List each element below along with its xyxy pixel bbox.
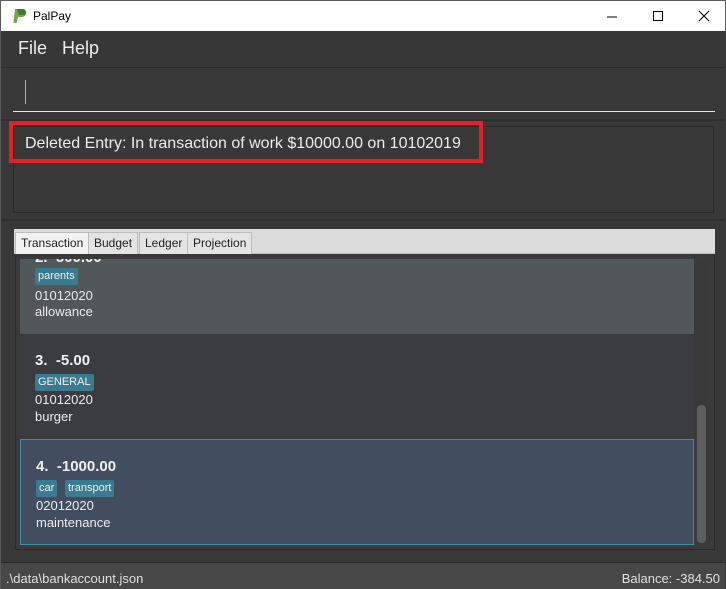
palpay-logo-icon: [13, 9, 26, 23]
maximize-icon: [653, 11, 663, 21]
transaction-card[interactable]: parents 01012020 allowance: [20, 259, 694, 334]
transaction-header: 3. -5.00: [35, 352, 91, 369]
transaction-header: 4. -1000.00: [36, 458, 117, 475]
transaction-date: 01012020: [35, 392, 93, 407]
minimize-button[interactable]: [589, 1, 635, 31]
tag: car: [36, 480, 58, 497]
menu-bar: File Help: [1, 31, 725, 67]
clipped-entry-header: 2. 500.00: [20, 259, 694, 267]
highlight-annotation: [9, 121, 483, 163]
transaction-card[interactable]: 3. -5.00 GENERAL 01012020 burger: [20, 334, 694, 438]
transaction-header: 2. 500.00: [35, 259, 102, 266]
balance: Balance: -384.50: [621, 571, 720, 586]
close-icon: [698, 10, 710, 22]
transaction-card-selected[interactable]: 4. -1000.00 car transport 02012020 maint…: [20, 439, 694, 545]
tag: GENERAL: [35, 374, 94, 391]
tag: transport: [65, 480, 115, 497]
command-input[interactable]: [13, 78, 715, 112]
transaction-description: allowance: [35, 304, 93, 319]
tab-projection[interactable]: Projection: [187, 232, 253, 254]
transaction-date: 01012020: [35, 288, 93, 303]
transaction-description: burger: [35, 409, 73, 424]
transaction-date: 02012020: [36, 498, 94, 513]
title-bar: PalPay: [0, 0, 726, 31]
menu-file[interactable]: File: [18, 38, 47, 59]
menu-help[interactable]: Help: [62, 38, 99, 59]
command-pane: [1, 67, 725, 119]
status-bar: .\data\bankaccount.json Balance: -384.50: [1, 562, 725, 589]
text-caret: [25, 80, 26, 104]
close-button[interactable]: [681, 1, 726, 31]
minimize-icon: [607, 16, 617, 18]
maximize-button[interactable]: [635, 1, 681, 31]
tab-ledger[interactable]: Ledger: [139, 232, 189, 254]
tab-transaction[interactable]: Transaction: [15, 232, 90, 254]
file-path: .\data\bankaccount.json: [6, 571, 144, 586]
app-title: PalPay: [33, 9, 72, 23]
scrollbar-thumb[interactable]: [697, 405, 706, 543]
tag: parents: [35, 268, 78, 285]
transaction-description: maintenance: [36, 515, 111, 530]
tab-budget[interactable]: Budget: [88, 232, 139, 254]
